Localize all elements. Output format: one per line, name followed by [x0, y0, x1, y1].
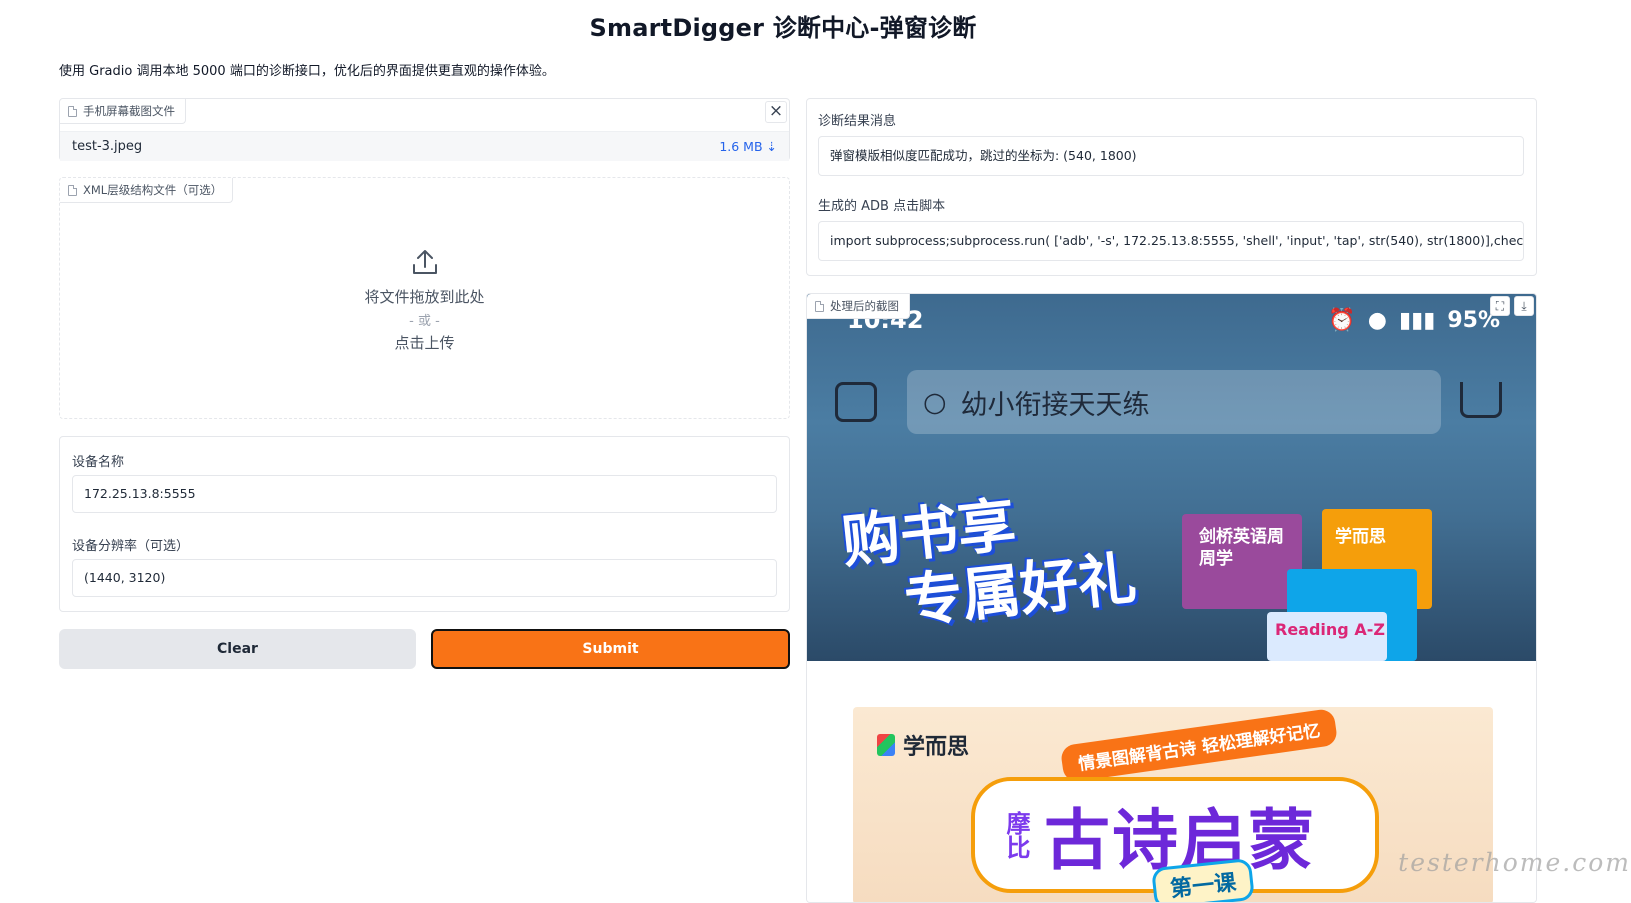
upload-icon	[412, 250, 437, 274]
signal-icon: ▮▮▮	[1399, 307, 1436, 333]
file-icon	[68, 105, 77, 117]
poster-brand: 学而思	[877, 729, 969, 761]
result-message-output[interactable]: 弹窗模版相似度匹配成功，跳过的坐标为: (540, 1800)	[818, 136, 1524, 176]
uploaded-file-row: test-3.jpeg 1.6 MB ⇣	[60, 131, 789, 161]
result-message-label: 诊断结果消息	[818, 114, 897, 129]
clear-button[interactable]: Clear	[59, 629, 416, 669]
fullscreen-icon[interactable]: ⛶	[1490, 296, 1510, 316]
poster-ribbon: 情景图解背古诗 轻松理解好记忆	[1059, 707, 1339, 784]
book-label-3: Reading A-Z	[1275, 620, 1385, 639]
or-text: - 或 -	[409, 314, 440, 329]
processed-image-tag: 处理后的截图	[807, 294, 910, 319]
device-name-label: 设备名称	[72, 455, 125, 470]
file-icon	[68, 184, 77, 196]
adb-script-label: 生成的 ADB 点击脚本	[818, 199, 946, 214]
xml-file-tag: XML层级结构文件（可选）	[60, 178, 234, 203]
page-description: 使用 Gradio 调用本地 5000 端口的诊断接口，优化后的界面提供更直观的…	[59, 64, 555, 79]
xml-file-label: XML层级结构文件（可选）	[83, 183, 223, 197]
click-upload-text: 点击上传	[394, 334, 455, 352]
xml-file-upload[interactable]: XML层级结构文件（可选） 将文件拖放到此处 - 或 - 点击上传	[59, 177, 790, 419]
poster-brand-name: 学而思	[903, 735, 970, 760]
screenshot-file-upload[interactable]: 手机屏幕截图文件 × test-3.jpeg 1.6 MB ⇣	[59, 98, 790, 161]
poster-side-text: 摩比	[1002, 811, 1030, 859]
processed-image-panel: 处理后的截图 ⛶ ⤓ 10:42 ⏰ ● ▮▮▮ 95% ○ 幼小衔接天天练 剑…	[806, 293, 1537, 903]
image-icon	[815, 300, 824, 312]
alarm-icon: ⏰	[1328, 307, 1356, 333]
device-name-input[interactable]: 172.25.13.8:5555	[72, 475, 777, 513]
phone-search-bar: ○ 幼小衔接天天练	[907, 370, 1441, 434]
close-icon[interactable]: ×	[765, 101, 787, 123]
image-toolbar: ⛶ ⤓	[1490, 296, 1534, 316]
watermark: testerhome.com	[1398, 848, 1631, 877]
result-panel: 诊断结果消息 弹窗模版相似度匹配成功，跳过的坐标为: (540, 1800) 生…	[806, 98, 1537, 276]
phone-banner-text: 购书享 专属好礼	[839, 479, 1139, 640]
book-label-1: 剑桥英语周周学	[1199, 527, 1284, 569]
cart-icon	[1460, 382, 1502, 418]
search-icon: ○	[923, 386, 947, 418]
book-label-2: 学而思	[1335, 527, 1386, 547]
file-name: test-3.jpeg	[72, 139, 143, 154]
drop-text: 将文件拖放到此处	[364, 288, 485, 306]
phone-screenshot-top: 10:42 ⏰ ● ▮▮▮ 95% ○ 幼小衔接天天练 剑桥英语周周学 学而思 …	[807, 294, 1536, 661]
status-icons: ⏰ ● ▮▮▮ 95%	[1328, 306, 1500, 334]
phone-status-bar: 10:42 ⏰ ● ▮▮▮ 95%	[847, 306, 1500, 334]
processed-image-label: 处理后的截图	[830, 299, 899, 313]
device-resolution-label: 设备分辨率（可选）	[72, 539, 190, 554]
screenshot-file-label: 手机屏幕截图文件	[83, 104, 175, 118]
file-size-download-link[interactable]: 1.6 MB ⇣	[719, 139, 777, 154]
device-form: 设备名称 172.25.13.8:5555 设备分辨率（可选） (1440, 3…	[59, 436, 790, 612]
phone-search-text: 幼小衔接天天练	[960, 389, 1150, 421]
upload-drop-zone[interactable]: 将文件拖放到此处 - 或 - 点击上传	[60, 248, 789, 353]
brand-logo-icon	[877, 734, 895, 756]
location-icon: ●	[1367, 307, 1387, 333]
page-title: SmartDigger 诊断中心-弹窗诊断	[589, 14, 977, 42]
poster-image: 学而思 情景图解背古诗 轻松理解好记忆 摩比 古诗启蒙 第一课	[853, 707, 1493, 902]
message-icon	[835, 382, 877, 422]
download-icon[interactable]: ⤓	[1514, 296, 1534, 316]
screenshot-file-tag: 手机屏幕截图文件	[60, 99, 186, 124]
adb-script-output[interactable]: import subprocess;subprocess.run( ['adb'…	[818, 221, 1524, 261]
submit-button[interactable]: Submit	[431, 629, 790, 669]
device-resolution-input[interactable]: (1440, 3120)	[72, 559, 777, 597]
